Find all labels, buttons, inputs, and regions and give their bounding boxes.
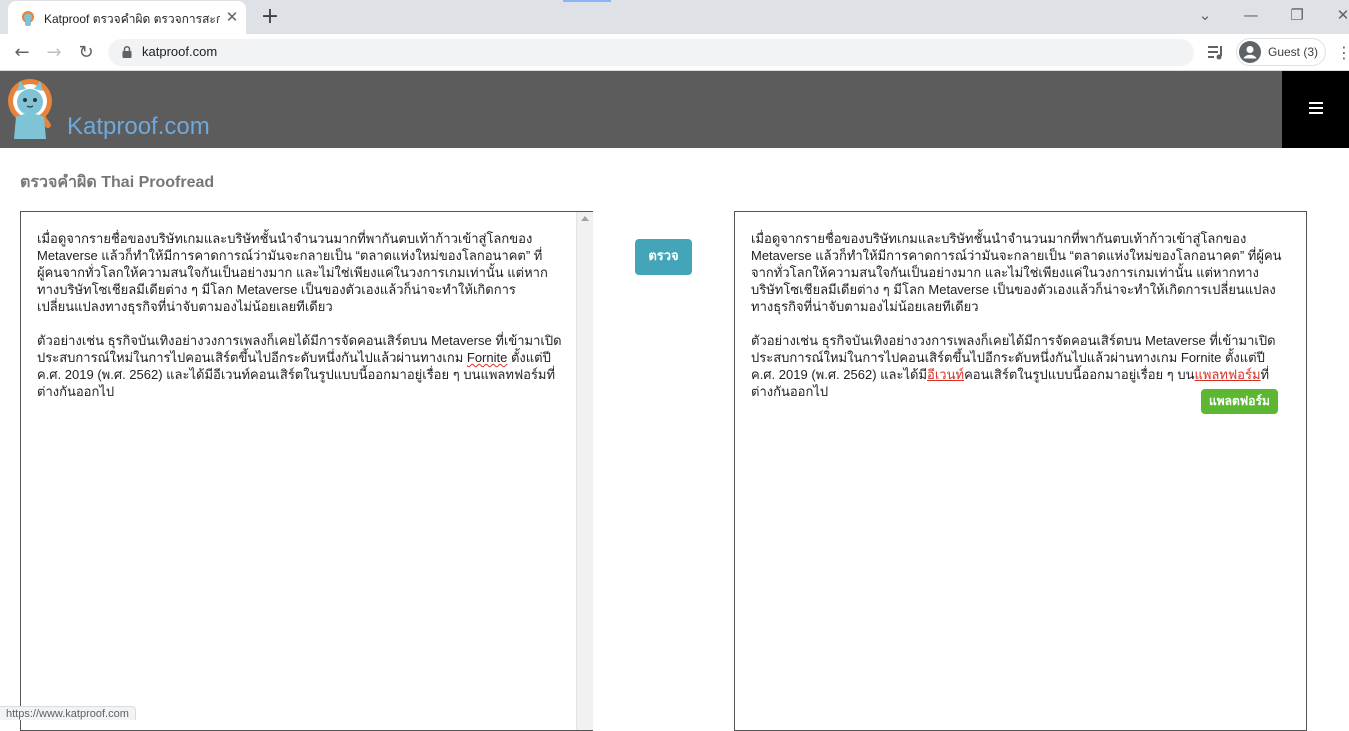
hamburger-menu-button[interactable] [1282, 71, 1349, 148]
misspelled-word-1[interactable]: อีเวนท์ [927, 367, 964, 382]
minimize-button[interactable]: — [1238, 4, 1264, 26]
browser-tabstrip: Katproof ตรวจคำผิด ตรวจการสะกดคำ ✕ + ⌄ —… [0, 0, 1349, 34]
misspelled-word-2[interactable]: แพลทฟอร์ม [1194, 367, 1260, 382]
restore-button[interactable]: ❐ [1284, 4, 1310, 26]
page-title: ตรวจคำผิด Thai Proofread [20, 174, 215, 191]
url-text[interactable]: katproof.com [142, 44, 217, 59]
site-name[interactable]: Katproof.com [67, 113, 210, 141]
check-button[interactable]: ตรวจ [635, 239, 692, 275]
input-text[interactable]: เมื่อดูจากรายชื่อของบริษัทเกมและบริษัทชั… [37, 230, 567, 417]
tab-close-icon[interactable]: ✕ [224, 9, 240, 25]
browser-toolbar: ← → ↻ katproof.com Guest (3) ⋮ [0, 34, 1349, 71]
result-paragraph-1: เมื่อดูจากรายชื่อของบริษัทเกมและบริษัทชั… [751, 231, 1282, 314]
status-bar-url: https://www.katproof.com [0, 706, 136, 720]
input-scrollbar[interactable] [576, 212, 593, 730]
forward-button[interactable]: → [42, 41, 66, 65]
hamburger-line [1309, 102, 1323, 104]
spellcheck-flagged-word[interactable]: Fornite [467, 350, 507, 365]
back-button[interactable]: ← [10, 41, 34, 65]
hamburger-line [1309, 107, 1323, 109]
browser-menu-icon[interactable]: ⋮ [1336, 41, 1349, 65]
result-panel: เมื่อดูจากรายชื่อของบริษัทเกมและบริษัทชั… [734, 211, 1307, 731]
scroll-up-arrow-icon[interactable] [581, 216, 589, 221]
suggestion-badge[interactable]: แพลตฟอร์ม [1201, 389, 1278, 414]
close-window-button[interactable]: ✕ [1330, 4, 1349, 26]
input-paragraph-2: ตัวอย่างเช่น ธุรกิจบันเทิงอย่างวงการเพลง… [37, 332, 567, 400]
input-paragraph-1: เมื่อดูจากรายชื่อของบริษัทเกมและบริษัทชั… [37, 231, 548, 314]
address-bar[interactable]: katproof.com [108, 39, 1194, 66]
site-header: Katproof.com [0, 71, 1349, 148]
profile-button[interactable]: Guest (3) [1236, 38, 1326, 66]
tab-search-chevron-icon[interactable]: ⌄ [1192, 4, 1218, 26]
input-textarea[interactable]: เมื่อดูจากรายชื่อของบริษัทเกมและบริษัทชั… [20, 211, 593, 731]
browser-tab[interactable]: Katproof ตรวจคำผิด ตรวจการสะกดคำ ✕ [8, 1, 246, 34]
new-tab-button[interactable]: + [259, 6, 281, 28]
lock-icon[interactable] [120, 45, 134, 59]
tabstrip-accent [563, 0, 611, 2]
profile-label: Guest (3) [1268, 45, 1319, 59]
avatar-icon [1239, 41, 1261, 63]
tab-title: Katproof ตรวจคำผิด ตรวจการสะกดคำ [44, 12, 220, 26]
media-control-icon[interactable] [1206, 42, 1226, 62]
katproof-logo-icon[interactable] [6, 77, 56, 139]
result-paragraph-2-part-2: คอนเสิร์ตในรูปแบบนี้ออกมาอยู่เรื่อย ๆ บน [964, 367, 1195, 382]
katproof-favicon-icon [22, 11, 34, 26]
reload-button[interactable]: ↻ [74, 41, 98, 65]
hamburger-line [1309, 112, 1323, 114]
